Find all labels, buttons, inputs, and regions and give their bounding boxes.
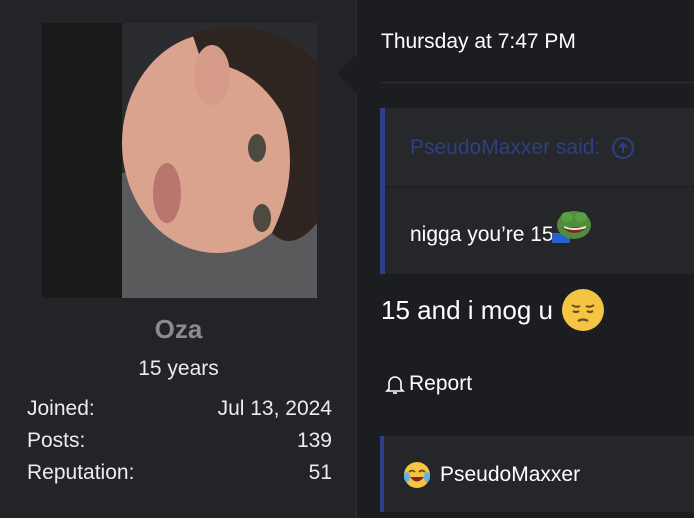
stat-reputation: Reputation: 51 (27, 461, 332, 493)
quote-text: nigga you’re 15 (410, 223, 554, 246)
quote-header: PseudoMaxxer said: (385, 108, 694, 187)
user-stats: Joined: Jul 13, 2024 Posts: 139 Reputati… (27, 397, 332, 493)
avatar-photo (42, 23, 317, 298)
user-avatar[interactable] (42, 23, 317, 298)
stat-value: 139 (296, 429, 332, 452)
pepe-laugh-emoji (551, 211, 591, 243)
report-label: Report (409, 372, 473, 395)
bell-icon (385, 376, 405, 394)
user-title: 15 years (138, 357, 219, 380)
quote-author-text: PseudoMaxxer said: (410, 136, 601, 159)
report-link[interactable]: Report (383, 372, 472, 396)
stat-posts: Posts: 139 (27, 429, 332, 461)
message-body: 15 and i mog u (381, 288, 605, 332)
quote-author-link[interactable]: PseudoMaxxer said: (410, 136, 635, 160)
stat-value: Jul 13, 2024 (217, 397, 332, 420)
up-arrow-circle-icon[interactable] (612, 137, 635, 159)
stat-label: Reputation: (27, 461, 135, 484)
stat-joined: Joined: Jul 13, 2024 (27, 397, 332, 429)
post-date[interactable]: Thursday at 7:47 PM (381, 30, 576, 54)
reaction-item[interactable]: PseudoMaxxer (402, 460, 580, 490)
divider (381, 82, 694, 83)
message-text: 15 and i mog u (381, 294, 554, 325)
pensive-face-emoji (562, 289, 605, 331)
message-arrow (337, 52, 359, 96)
stat-label: Joined: (27, 397, 95, 420)
stat-label: Posts: (27, 429, 86, 452)
reaction-bar: PseudoMaxxer (380, 436, 694, 512)
joy-face-emoji (404, 462, 430, 488)
quote-body: nigga you’re 15 (410, 211, 592, 247)
username[interactable]: Oza (0, 314, 357, 345)
user-panel: Oza 15 years Joined: Jul 13, 2024 Posts:… (0, 0, 357, 518)
quote-block: PseudoMaxxer said: nigga you’re 15 (380, 108, 694, 274)
reaction-user: PseudoMaxxer (440, 463, 581, 486)
stat-value: 51 (308, 461, 332, 484)
